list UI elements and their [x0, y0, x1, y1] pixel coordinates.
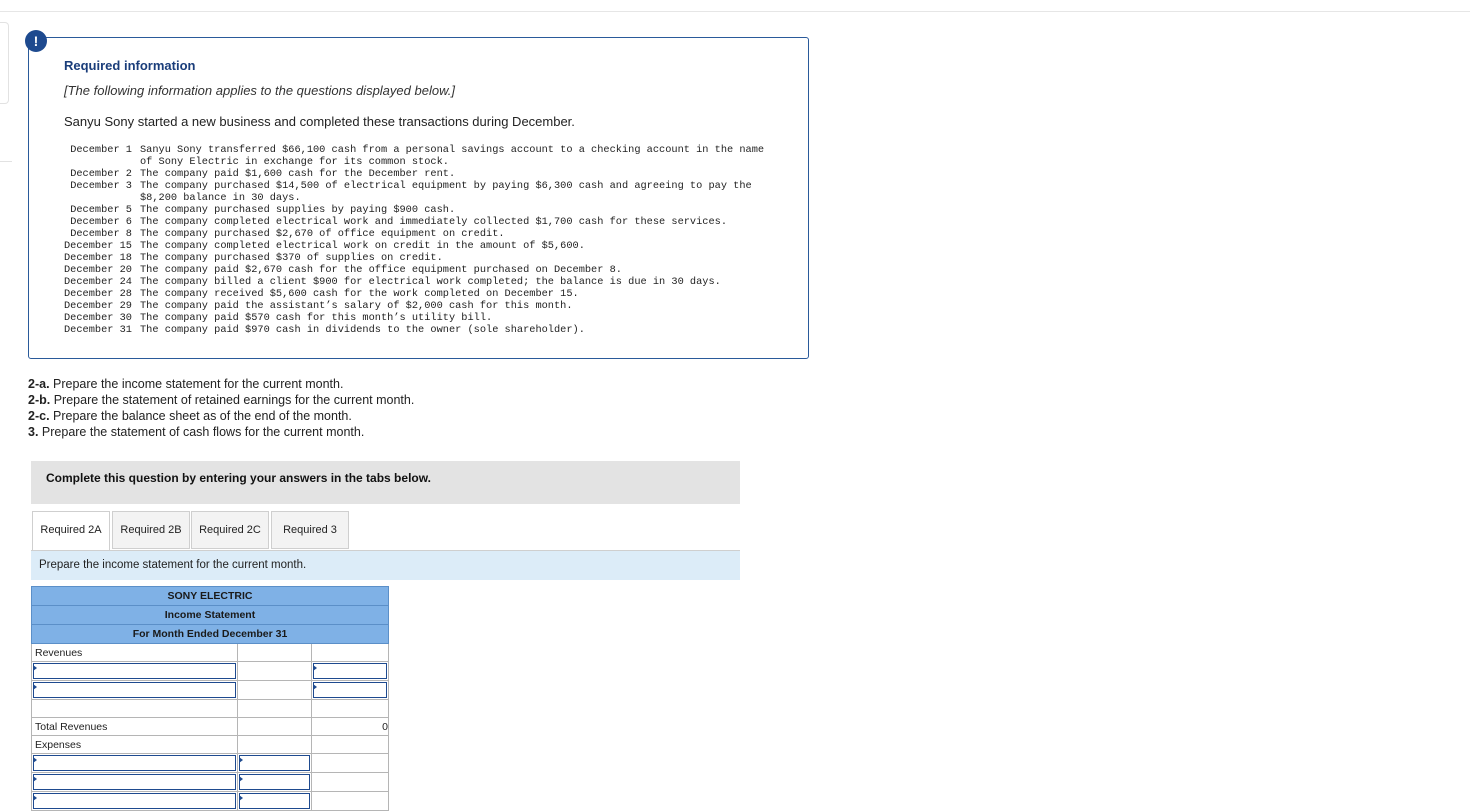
revenue-account-input-1[interactable] — [33, 663, 236, 679]
info-title: Required information — [64, 58, 196, 73]
statement-company: SONY ELECTRIC — [31, 586, 389, 606]
tab-required-3[interactable]: Required 3 — [271, 511, 349, 549]
table-row: December 29 The company paid the assistan… — [64, 300, 573, 312]
table-row: Revenues — [31, 643, 389, 662]
table-row: December 24 The company billed a client $… — [64, 276, 721, 288]
prompt-text: Prepare the income statement for the cur… — [39, 559, 307, 571]
table-row: December 30 The company paid $570 cash fo… — [64, 312, 493, 324]
table-row: Total Revenues 0 — [31, 717, 389, 736]
expense-amount-input-2[interactable] — [239, 774, 310, 790]
transactions-table: December 1 Sanyu Sony transferred $66,100… — [64, 144, 772, 336]
total-revenues-label: Total Revenues — [31, 717, 238, 736]
expense-amount-input-3[interactable] — [239, 793, 310, 809]
requirement-item: 3. Prepare the statement of cash flows f… — [28, 425, 365, 439]
revenues-label: Revenues — [31, 643, 238, 662]
table-row: December 18 The company purchased $370 of… — [64, 252, 443, 264]
tab-required-2c[interactable]: Required 2C — [191, 511, 269, 549]
requirements-list: 2-a. Prepare the income statement for th… — [28, 376, 414, 440]
statement-period: For Month Ended December 31 — [31, 624, 389, 644]
alert-icon: ! — [25, 30, 47, 52]
expense-account-input-2[interactable] — [33, 774, 236, 790]
info-intro: Sanyu Sony started a new business and co… — [64, 114, 575, 129]
table-row: December 28 The company received $5,600 c… — [64, 288, 579, 300]
table-row — [31, 661, 389, 681]
table-row — [31, 680, 389, 700]
expense-account-input-3[interactable] — [33, 793, 236, 809]
required-information-box: Required information [The following info… — [28, 37, 809, 359]
revenue-amount-input-2[interactable] — [313, 682, 387, 698]
left-panel-edge — [0, 22, 9, 104]
complete-question-text: Complete this question by entering your … — [46, 471, 431, 485]
table-row: December 3 The company purchased $14,500 … — [70, 180, 758, 204]
table-row — [31, 753, 389, 773]
table-row: December 8 The company purchased $2,670 o… — [70, 228, 505, 240]
top-divider — [0, 11, 1470, 12]
table-row — [31, 699, 389, 718]
expenses-label: Expenses — [31, 735, 238, 754]
requirement-item: 2-c. Prepare the balance sheet as of the… — [28, 409, 352, 423]
info-subtitle: [The following information applies to th… — [64, 83, 455, 98]
income-statement-table: SONY ELECTRIC Income Statement For Month… — [31, 586, 389, 811]
table-row: December 15 The company completed electri… — [64, 240, 585, 252]
requirement-item: 2-a. Prepare the income statement for th… — [28, 377, 344, 391]
statement-title: Income Statement — [31, 605, 389, 625]
prompt-banner: Prepare the income statement for the cur… — [31, 551, 740, 580]
expense-amount-input-1[interactable] — [239, 755, 310, 771]
revenue-account-input-2[interactable] — [33, 682, 236, 698]
requirement-item: 2-b. Prepare the statement of retained e… — [28, 393, 415, 407]
table-row: December 5 The company purchased supplies… — [70, 204, 456, 216]
total-revenues-value: 0 — [311, 717, 389, 736]
table-row: December 1 Sanyu Sony transferred $66,100… — [70, 144, 771, 168]
table-row: Expenses — [31, 735, 389, 754]
table-row: December 2 The company paid $1,600 cash f… — [70, 168, 456, 180]
table-row — [31, 791, 389, 811]
table-row: December 31 The company paid $970 cash in… — [64, 324, 585, 336]
table-row: December 20 The company paid $2,670 cash … — [64, 264, 622, 276]
revenue-amount-input-1[interactable] — [313, 663, 387, 679]
left-divider — [0, 161, 12, 162]
table-row: December 6 The company completed electric… — [70, 216, 728, 228]
tab-required-2a[interactable]: Required 2A — [32, 511, 110, 551]
complete-question-banner: Complete this question by entering your … — [31, 461, 740, 504]
expense-account-input-1[interactable] — [33, 755, 236, 771]
tab-required-2b[interactable]: Required 2B — [112, 511, 190, 549]
table-row — [31, 772, 389, 792]
